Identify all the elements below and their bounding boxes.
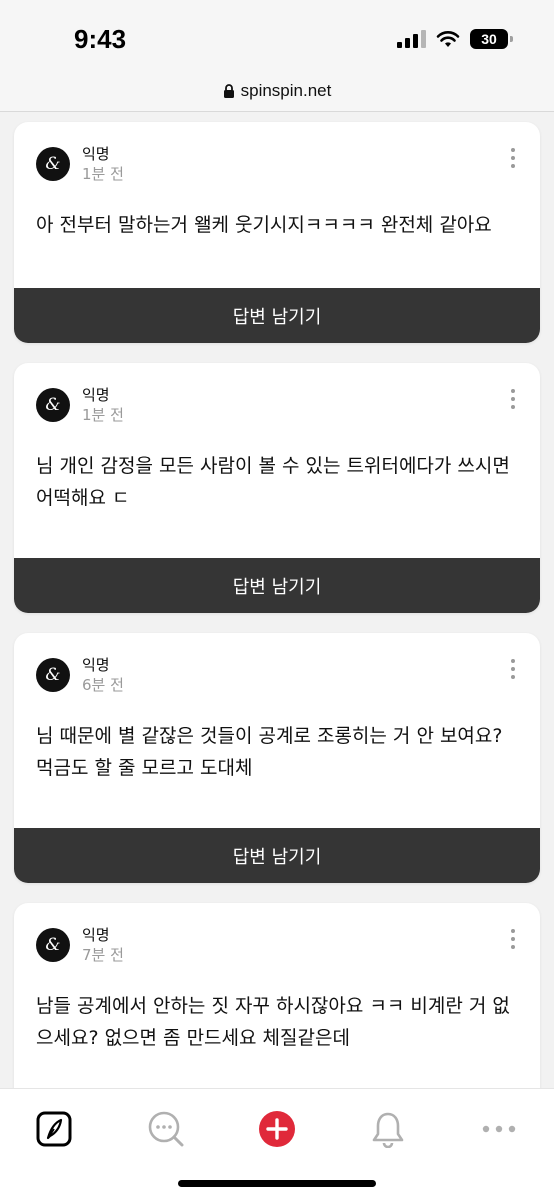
- card-header: & 익명 1분 전: [36, 385, 124, 425]
- more-icon: [482, 1125, 516, 1133]
- status-icons: 30: [397, 29, 513, 49]
- author-name: 익명: [82, 926, 110, 944]
- more-options-icon[interactable]: [510, 659, 516, 679]
- more-options-icon[interactable]: [510, 389, 516, 409]
- post-time: 7분 전: [82, 946, 124, 964]
- status-time: 9:43: [74, 24, 127, 54]
- avatar: &: [36, 147, 70, 181]
- card-header: & 익명 6분 전: [36, 655, 124, 695]
- post-time: 6분 전: [82, 676, 124, 694]
- bell-icon: [372, 1112, 404, 1148]
- author-name: 익명: [82, 386, 110, 404]
- status-bar: 9:43 30: [0, 0, 554, 70]
- tab-questions[interactable]: [146, 1109, 186, 1149]
- signal-icon: [397, 30, 426, 48]
- tab-more[interactable]: [479, 1109, 519, 1149]
- add-icon: [259, 1111, 295, 1147]
- question-text: 남들 공계에서 안하는 짓 자꾸 하시잖아요 ㅋㅋ 비계란 거 없으세요? 없으…: [36, 995, 510, 1049]
- home-indicator: [178, 1180, 376, 1187]
- reply-button[interactable]: 답변 남기기: [14, 288, 540, 343]
- question-card: & 익명 7분 전 남들 공계에서 안하는 짓 자꾸 하시잖아요 ㅋㅋ 비계란 …: [14, 903, 540, 1103]
- reply-button[interactable]: 답변 남기기: [14, 558, 540, 613]
- question-card: & 익명 6분 전 님 때문에 별 같잖은 것들이 공계로 조롱히는 거 안 보…: [14, 633, 540, 883]
- avatar: &: [36, 658, 70, 692]
- tab-add[interactable]: [257, 1109, 297, 1149]
- url-bar[interactable]: spinspin.net: [0, 70, 554, 112]
- tab-write[interactable]: [34, 1109, 74, 1149]
- author-name: 익명: [82, 656, 110, 674]
- pen-icon: [36, 1111, 72, 1147]
- author-name: 익명: [82, 145, 110, 163]
- more-options-icon[interactable]: [510, 148, 516, 168]
- question-card: & 익명 1분 전 님 개인 감정을 모든 사람이 볼 수 있는 트위터에다가 …: [14, 363, 540, 613]
- question-text: 아 전부터 말하는거 왤케 웃기시지ㅋㅋㅋㅋ 완전체 같아요: [36, 214, 492, 236]
- reply-button[interactable]: 답변 남기기: [14, 828, 540, 883]
- avatar: &: [36, 388, 70, 422]
- url-text: spinspin.net: [240, 80, 332, 100]
- post-time: 1분 전: [82, 165, 124, 183]
- chat-search-icon: [148, 1111, 184, 1147]
- question-text: 님 개인 감정을 모든 사람이 볼 수 있는 트위터에다가 쓰시면 어떡해요 ㄷ: [36, 455, 510, 509]
- more-options-icon[interactable]: [510, 929, 516, 949]
- battery-icon: 30: [470, 29, 513, 49]
- tab-notifications[interactable]: [368, 1109, 408, 1149]
- lock-icon: [223, 83, 234, 98]
- wifi-icon: [436, 31, 460, 47]
- post-time: 1분 전: [82, 406, 124, 424]
- question-text: 님 때문에 별 같잖은 것들이 공계로 조롱히는 거 안 보여요? 먹금도 할 …: [36, 725, 503, 779]
- card-header: & 익명 7분 전: [36, 925, 124, 965]
- card-header: & 익명 1분 전: [36, 144, 124, 184]
- avatar: &: [36, 928, 70, 962]
- question-card: & 익명 1분 전 아 전부터 말하는거 왤케 웃기시지ㅋㅋㅋㅋ 완전체 같아요…: [14, 122, 540, 343]
